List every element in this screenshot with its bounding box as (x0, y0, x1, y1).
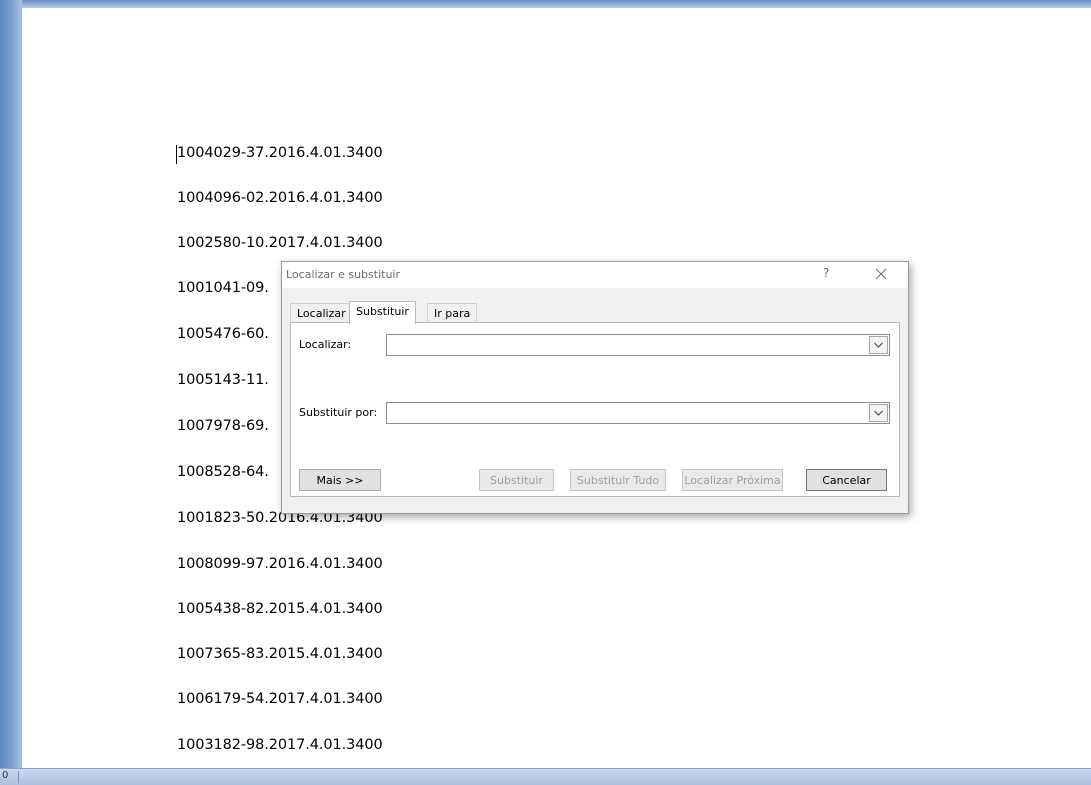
document-line[interactable]: 1004096-02.2016.4.01.3400 (177, 190, 383, 206)
dialog-titlebar[interactable]: Localizar e substituir ? (282, 262, 908, 288)
document-line[interactable]: 1005438-82.2015.4.01.3400 (177, 601, 383, 617)
find-next-button[interactable]: Localizar Próxima (682, 469, 783, 491)
tab-localizar[interactable]: Localizar (290, 303, 353, 323)
document-line[interactable]: 1003182-98.2017.4.01.3400 (177, 737, 383, 753)
replace-button[interactable]: Substituir (479, 469, 554, 491)
replace-label: Substituir por: (299, 406, 378, 419)
document-line[interactable]: 1005143-11. (177, 372, 269, 388)
chevron-down-icon[interactable] (869, 336, 888, 354)
find-label: Localizar: (299, 338, 352, 351)
status-bar: 0 (0, 768, 1091, 785)
tab-ir-para[interactable]: Ir para (427, 303, 478, 323)
document-line[interactable]: 1008099-97.2016.4.01.3400 (177, 556, 383, 572)
tab-label: Ir para (434, 307, 471, 320)
document-line[interactable]: 1007365-83.2015.4.01.3400 (177, 646, 383, 662)
status-page-indicator[interactable]: 0 (2, 770, 8, 781)
status-divider (18, 771, 19, 783)
chevron-down-icon[interactable] (869, 404, 888, 422)
find-input[interactable] (387, 335, 873, 353)
replace-combobox[interactable] (386, 402, 890, 424)
document-line[interactable]: 1005476-60. (177, 326, 269, 342)
find-replace-dialog: Localizar e substituir ? Localizar Subst… (281, 261, 909, 514)
dialog-title: Localizar e substituir (286, 268, 401, 281)
close-icon[interactable] (871, 264, 891, 284)
tab-label: Localizar (297, 307, 346, 320)
find-combobox[interactable] (386, 334, 890, 356)
window-left-frame (0, 0, 22, 768)
more-button[interactable]: Mais >> (299, 469, 381, 491)
document-line[interactable]: 1001041-09. (177, 280, 269, 296)
tab-label: Substituir (356, 305, 409, 318)
window-top-frame (0, 0, 1091, 8)
document-line[interactable]: 1007978-69. (177, 418, 269, 434)
replace-all-button[interactable]: Substituir Tudo (570, 469, 666, 491)
help-button[interactable]: ? (823, 266, 829, 280)
document-line[interactable]: 1002580-10.2017.4.01.3400 (177, 235, 383, 251)
document-line[interactable]: 1008528-64. (177, 464, 269, 480)
document-line[interactable]: 1006179-54.2017.4.01.3400 (177, 691, 383, 707)
tab-substituir[interactable]: Substituir (349, 301, 416, 324)
replace-input[interactable] (387, 403, 873, 421)
document-line[interactable]: 1004029-37.2016.4.01.3400 (177, 145, 383, 161)
cancel-button[interactable]: Cancelar (806, 469, 887, 491)
